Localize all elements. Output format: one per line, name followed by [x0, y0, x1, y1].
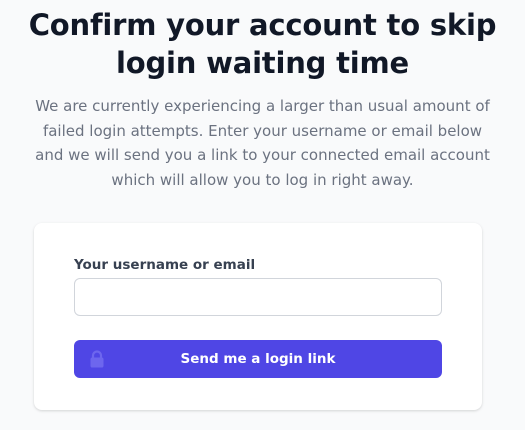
- confirm-account-page: Confirm your account to skip login waiti…: [0, 0, 525, 430]
- description-line-2: failed login attempts. Enter your userna…: [42, 121, 483, 140]
- login-link-card: Your username or email Send me a login l…: [34, 223, 482, 410]
- description-line-1: We are currently experiencing a larger t…: [35, 97, 490, 115]
- send-login-link-button[interactable]: Send me a login link: [74, 340, 442, 378]
- page-description: We are currently experiencing a larger t…: [32, 94, 493, 192]
- username-label: Your username or email: [74, 257, 256, 273]
- description-line-4: which will allow you to log in right awa…: [111, 170, 414, 189]
- description-line-3: and we will send you a link to your conn…: [35, 146, 490, 164]
- send-login-link-label: Send me a login link: [180, 351, 336, 367]
- page-title: Confirm your account to skip login waiti…: [0, 6, 525, 82]
- page-title-line-2: login waiting time: [116, 46, 409, 80]
- page-title-line-1: Confirm your account to skip: [28, 8, 497, 42]
- username-input[interactable]: [74, 278, 442, 316]
